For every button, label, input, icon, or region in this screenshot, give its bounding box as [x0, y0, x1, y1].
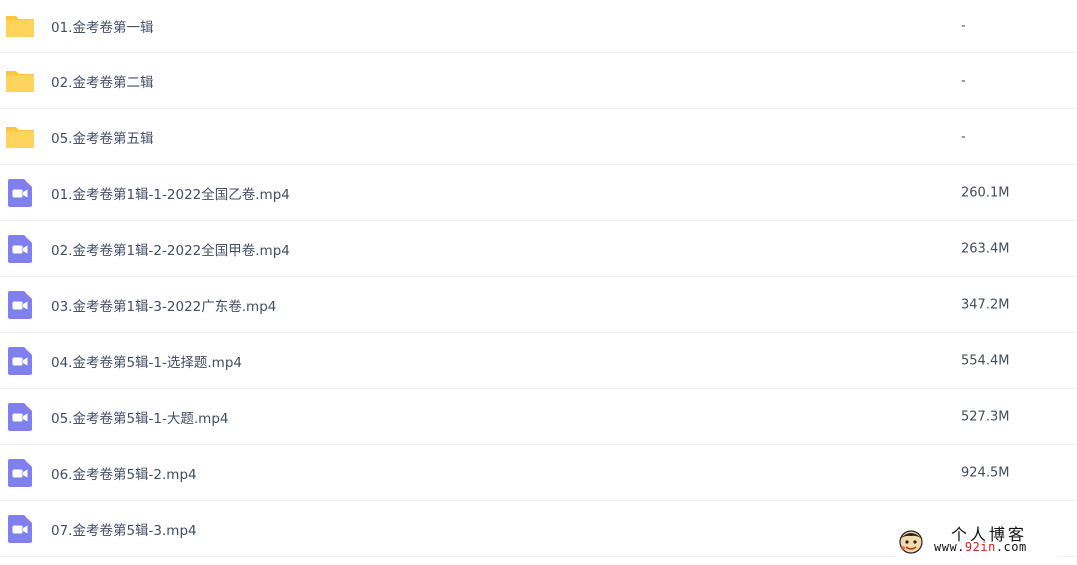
file-size: 260.1M: [961, 185, 1010, 200]
video-file-icon: [4, 457, 36, 489]
file-name[interactable]: 05.金考卷第五辑: [51, 127, 153, 147]
file-size: -: [961, 129, 966, 144]
watermark-url-prefix: www.: [934, 540, 965, 554]
watermark-url-suffix: .com: [995, 540, 1027, 554]
file-size: 347.2M: [961, 297, 1010, 312]
video-file-icon: [4, 289, 36, 321]
video-file-icon: [4, 177, 36, 209]
video-file-icon: [4, 345, 36, 377]
folder-icon: [4, 10, 36, 42]
file-row[interactable]: 01.金考卷第一辑 -: [0, 0, 1077, 53]
video-file-icon: [4, 233, 36, 265]
video-file-icon: [4, 513, 36, 545]
file-size: -: [961, 18, 966, 34]
file-size: 924.5M: [961, 465, 1010, 480]
folder-icon: [4, 121, 36, 153]
file-name[interactable]: 03.金考卷第1辑-3-2022广东卷.mp4: [51, 295, 276, 315]
file-name[interactable]: 01.金考卷第一辑: [51, 16, 153, 36]
video-file-icon: [4, 401, 36, 433]
file-name[interactable]: 02.金考卷第1辑-2-2022全国甲卷.mp4: [51, 239, 290, 259]
file-name[interactable]: 07.金考卷第5辑-3.mp4: [51, 519, 197, 539]
file-row[interactable]: 05.金考卷第五辑 -: [0, 109, 1077, 165]
watermark-url-accent: 92in: [964, 540, 996, 554]
file-name[interactable]: 06.金考卷第5辑-2.mp4: [51, 463, 197, 483]
file-size: -: [961, 73, 966, 88]
file-size: 527.3M: [961, 409, 1010, 424]
file-name[interactable]: 01.金考卷第1辑-1-2022全国乙卷.mp4: [51, 183, 290, 203]
file-row[interactable]: 04.金考卷第5辑-1-选择题.mp4 554.4M: [0, 333, 1077, 389]
cartoon-face-logo: [897, 527, 925, 555]
folder-icon: [4, 65, 36, 97]
file-size: 554.4M: [961, 353, 1010, 368]
file-row[interactable]: 03.金考卷第1辑-3-2022广东卷.mp4 347.2M: [0, 277, 1077, 333]
watermark: 个人博客 www.92in.com: [897, 523, 1057, 557]
file-row[interactable]: 05.金考卷第5辑-1-大题.mp4 527.3M: [0, 389, 1077, 445]
file-name[interactable]: 05.金考卷第5辑-1-大题.mp4: [51, 407, 229, 427]
file-row[interactable]: 06.金考卷第5辑-2.mp4 924.5M: [0, 445, 1077, 501]
file-name[interactable]: 04.金考卷第5辑-1-选择题.mp4: [51, 351, 242, 371]
watermark-url: www.92in.com: [934, 540, 1027, 554]
file-row[interactable]: 02.金考卷第1辑-2-2022全国甲卷.mp4 263.4M: [0, 221, 1077, 277]
file-row[interactable]: 01.金考卷第1辑-1-2022全国乙卷.mp4 260.1M: [0, 165, 1077, 221]
file-size: 263.4M: [961, 241, 1010, 256]
file-list: 01.金考卷第一辑 - 02.金考卷第二辑 - 05.金考卷第五辑 - 01.金…: [0, 0, 1077, 557]
file-name[interactable]: 02.金考卷第二辑: [51, 71, 153, 91]
file-row[interactable]: 02.金考卷第二辑 -: [0, 53, 1077, 109]
